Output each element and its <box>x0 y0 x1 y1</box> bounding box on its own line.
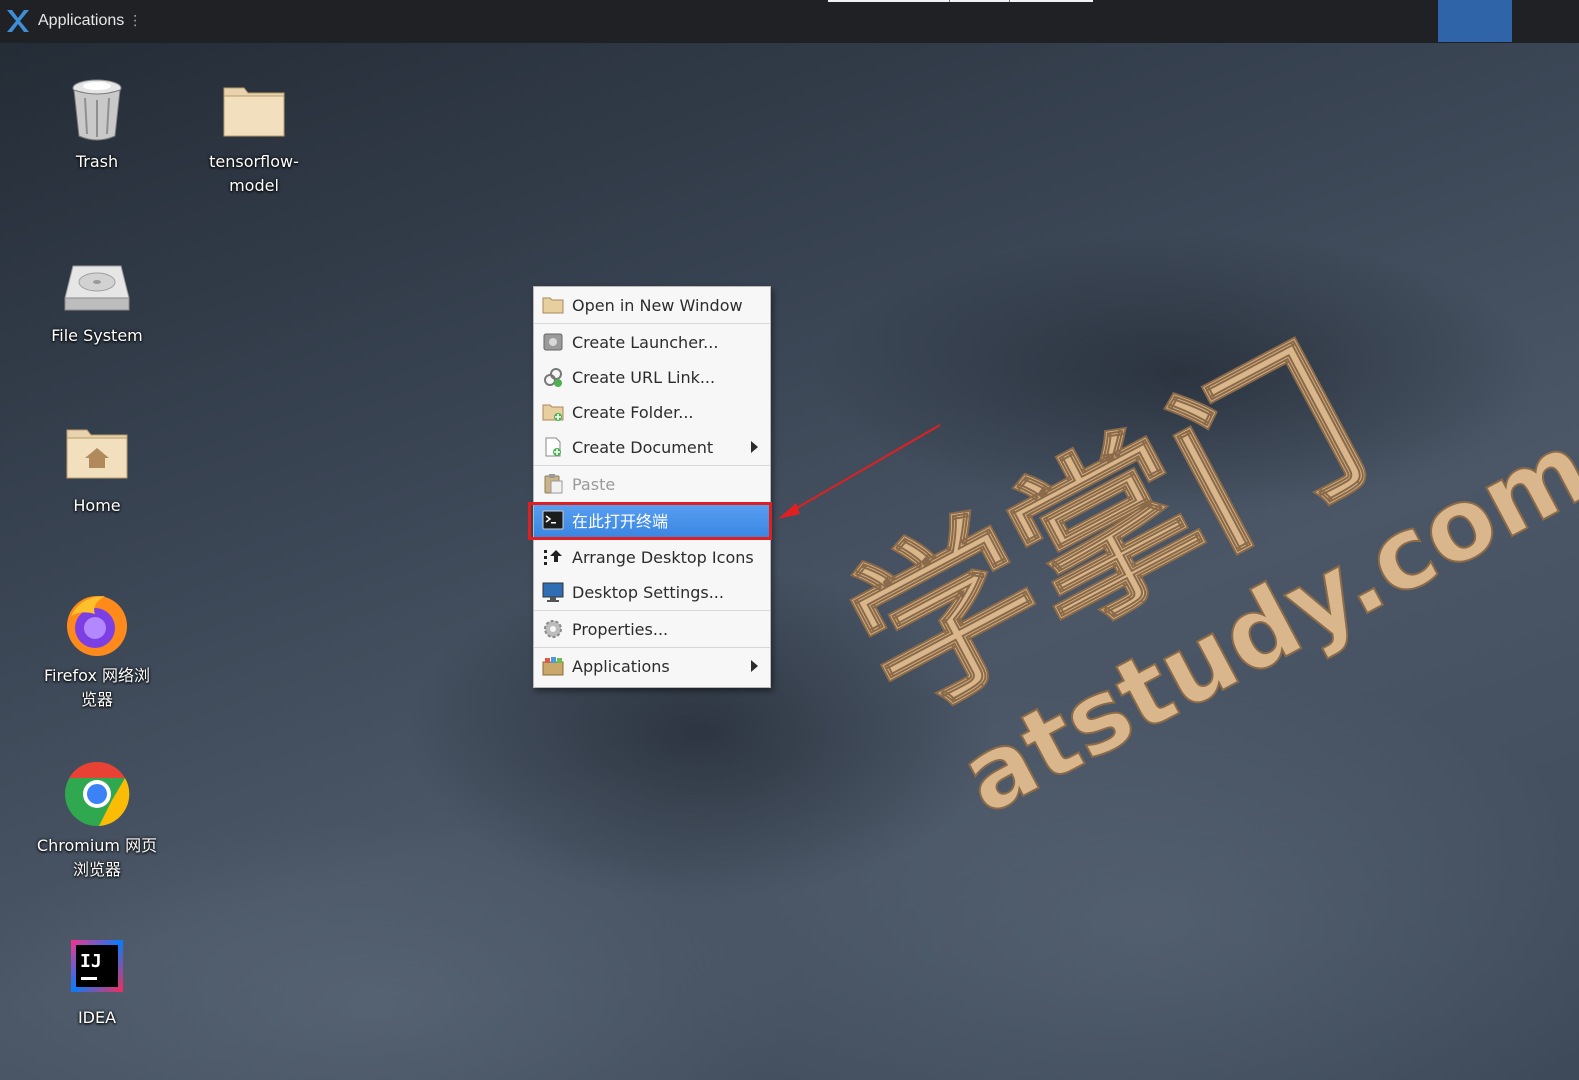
menu-separator <box>534 465 770 466</box>
folder-icon <box>218 74 290 146</box>
panel-window-button[interactable] <box>1438 0 1512 42</box>
menu-item-create-folder[interactable]: Create Folder... <box>534 395 770 429</box>
top-panel: Applications ⋮ <box>0 0 1579 43</box>
desktop-icon-firefox[interactable]: Firefox 网络浏 览器 <box>25 588 169 712</box>
menu-item-applications[interactable]: Applications <box>534 649 770 683</box>
drive-icon <box>61 248 133 320</box>
workspace-divider <box>1009 0 1010 2</box>
desktop-icon-tensorflow-model[interactable]: tensorflow- model <box>182 74 326 198</box>
applications-menu-button[interactable]: Applications ⋮ <box>4 4 142 38</box>
menu-item-open-terminal-here[interactable]: 在此打开终端 <box>534 503 770 537</box>
desktop-icon-file-system[interactable]: File System <box>25 248 169 348</box>
menu-item-desktop-settings[interactable]: Desktop Settings... <box>534 575 770 609</box>
menu-item-create-url-link[interactable]: Create URL Link... <box>534 360 770 394</box>
menu-separator <box>534 610 770 611</box>
menu-item-label: 在此打开终端 <box>572 512 669 531</box>
menu-dots-icon: ⋮ <box>128 13 143 29</box>
desktop-icon-label: Chromium 网页 浏览器 <box>36 836 158 879</box>
menu-item-label: Paste <box>572 474 616 494</box>
monitor-icon <box>542 581 564 603</box>
launcher-icon <box>542 331 564 353</box>
menu-separator <box>534 323 770 324</box>
home-folder-icon <box>61 418 133 490</box>
menu-item-label: Applications <box>572 656 670 676</box>
menu-item-open-new-window[interactable]: Open in New Window <box>534 288 770 322</box>
menu-item-label: Create Launcher... <box>572 332 719 352</box>
menu-item-properties[interactable]: Properties... <box>534 612 770 646</box>
menu-item-label: Create Document <box>572 437 714 457</box>
link-icon <box>542 366 564 388</box>
desktop-icon-label: Firefox 网络浏 览器 <box>43 666 151 709</box>
chromium-icon <box>61 758 133 830</box>
menu-item-label: Create Folder... <box>572 402 694 422</box>
desktop-icon-label: Home <box>73 496 121 515</box>
desktop-icon-home[interactable]: Home <box>25 418 169 518</box>
xfce-logo-icon <box>7 10 29 32</box>
folder-icon <box>542 294 564 316</box>
firefox-icon <box>61 588 133 660</box>
gear-icon <box>542 618 564 640</box>
desktop-context-menu: Open in New Window Create Launcher... Cr… <box>533 286 771 688</box>
idea-icon: IJ <box>61 930 133 1002</box>
desktop-icon-trash[interactable]: Trash <box>25 74 169 174</box>
paste-icon <box>542 473 564 495</box>
desktop-icon-label: File System <box>51 326 143 345</box>
menu-item-label: Create URL Link... <box>572 367 716 387</box>
new-document-icon <box>542 436 564 458</box>
workspace-divider <box>949 0 950 2</box>
arrange-icon <box>542 546 564 568</box>
submenu-arrow-icon <box>751 441 758 453</box>
menu-item-paste[interactable]: Paste <box>534 467 770 501</box>
menu-item-label: Properties... <box>572 619 669 639</box>
menu-item-label: Open in New Window <box>572 295 743 315</box>
submenu-arrow-icon <box>751 660 758 672</box>
desktop-icon-label: tensorflow- model <box>209 152 299 195</box>
menu-item-create-launcher[interactable]: Create Launcher... <box>534 325 770 359</box>
desktop-icon-label: IDEA <box>77 1008 117 1027</box>
menu-item-create-document[interactable]: Create Document <box>534 430 770 464</box>
desktop-icon-idea[interactable]: IJ IDEA <box>25 930 169 1030</box>
svg-text:IJ: IJ <box>80 951 102 972</box>
terminal-icon <box>542 509 564 531</box>
menu-item-label: Arrange Desktop Icons <box>572 547 754 567</box>
menu-item-arrange-desktop-icons[interactable]: Arrange Desktop Icons <box>534 540 770 574</box>
workspace-switcher[interactable] <box>828 0 1093 2</box>
applications-label: Applications <box>38 12 125 29</box>
trash-icon <box>61 74 133 146</box>
applications-icon <box>542 655 564 677</box>
menu-separator <box>534 647 770 648</box>
desktop-wallpaper[interactable] <box>0 43 1579 1080</box>
menu-item-label: Desktop Settings... <box>572 582 724 602</box>
desktop-icon-label: Trash <box>75 152 119 171</box>
desktop-icon-chromium[interactable]: Chromium 网页 浏览器 <box>25 758 169 882</box>
new-folder-icon <box>542 401 564 423</box>
menu-separator <box>534 538 770 539</box>
